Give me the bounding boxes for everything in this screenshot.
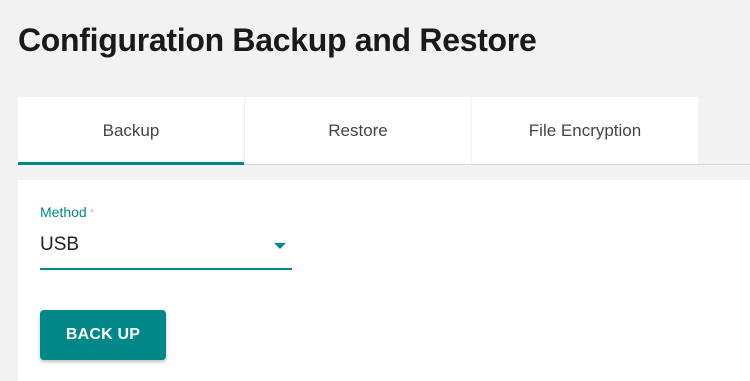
- page: Configuration Backup and Restore Backup …: [0, 0, 750, 381]
- backup-panel: Method * USB BACK UP: [18, 180, 750, 381]
- tab-file-encryption-label: File Encryption: [528, 120, 642, 140]
- method-select-value: USB: [40, 234, 80, 255]
- tab-file-encryption[interactable]: File Encryption: [472, 97, 698, 164]
- method-label-text: Method: [40, 204, 87, 220]
- tab-restore[interactable]: Restore: [245, 97, 471, 164]
- method-field: Method * USB: [40, 204, 292, 270]
- tab-backup-label: Backup: [102, 120, 160, 140]
- required-mark: *: [89, 206, 95, 220]
- tab-bar: Backup Restore File Encryption: [18, 97, 750, 165]
- method-label: Method *: [40, 204, 292, 220]
- tab-restore-label: Restore: [328, 120, 388, 140]
- back-up-button[interactable]: BACK UP: [40, 310, 166, 360]
- method-select[interactable]: USB: [40, 226, 292, 270]
- page-title: Configuration Backup and Restore: [18, 22, 537, 58]
- back-up-button-label: BACK UP: [65, 326, 141, 343]
- tab-backup[interactable]: Backup: [18, 97, 244, 165]
- chevron-down-icon: [274, 243, 286, 249]
